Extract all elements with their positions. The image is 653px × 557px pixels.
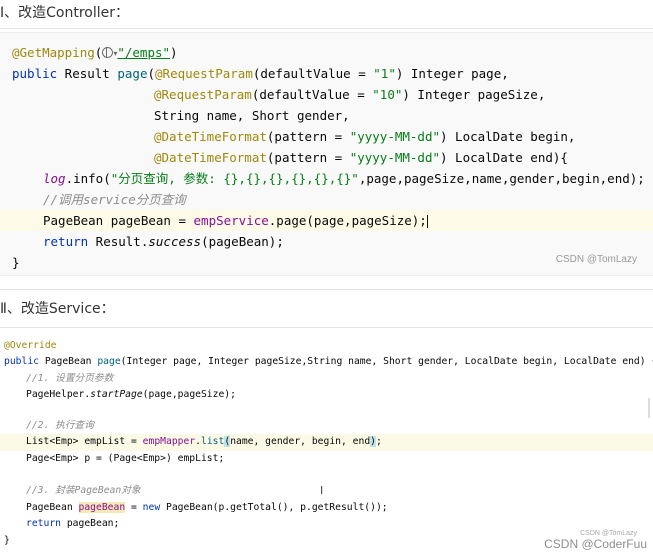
code-token: ) Integer page, (395, 66, 509, 81)
code-token: String name, Short gender, (154, 108, 350, 123)
divider (0, 28, 653, 29)
code-token: (pattern = (266, 150, 350, 165)
code-line: //1. 设置分页参数 (26, 371, 113, 387)
code-line: @DateTimeFormat(pattern = "yyyy-MM-dd") … (154, 147, 568, 168)
section-heading-service: Ⅱ、改造Service： (0, 301, 115, 317)
code-token: Result. (88, 234, 149, 249)
code-token: ( (147, 66, 156, 81)
url-link[interactable]: "/emps" (117, 45, 170, 60)
code-token: List<Emp> empList = (26, 436, 143, 447)
code-token: PageBean pageBean = (43, 213, 194, 228)
text-cursor-ibeam: I (320, 484, 324, 497)
code-token: ) LocalDate end){ (440, 150, 568, 165)
method-name: page (117, 66, 148, 81)
watermark: CSDN @TomLazy (555, 254, 637, 265)
divider (0, 289, 653, 290)
code-comment: //2. 执行查询 (26, 420, 94, 431)
code-comment: //3. 封装PageBean对象 (26, 485, 141, 496)
code-line: Page<Emp> p = (Page<Emp>) empList; (26, 451, 224, 467)
highlighted-identifier: pageBean (78, 502, 126, 513)
field-name: empMapper (142, 436, 196, 447)
code-token: (page,pageSize); (142, 389, 236, 400)
code-token: Page<Emp> p = (Page<Emp>) empList; (26, 453, 225, 464)
code-token: ; (376, 436, 382, 447)
code-token: } (4, 535, 10, 546)
code-line: public PageBean page(Integer page, Integ… (4, 354, 653, 370)
method-name: page (97, 356, 121, 367)
code-token: PageBean (26, 502, 79, 513)
scrollbar[interactable] (648, 398, 650, 418)
code-line: PageBean pageBean = empService.page(page… (43, 210, 428, 231)
string-literal: "yyyy-MM-dd" (349, 129, 440, 144)
code-token: pageBean; (61, 518, 120, 529)
code-token: ( (94, 45, 103, 60)
annotation: @Override (4, 340, 57, 351)
code-line: @RequestParam(defaultValue = "10") Integ… (154, 84, 545, 105)
code-line: return Result.success(pageBean); (43, 231, 284, 252)
code-line: @Override (4, 338, 57, 354)
code-token: PageHelper. (26, 389, 91, 400)
annotation: @RequestParam (154, 87, 252, 102)
annotation: @RequestParam (155, 66, 253, 81)
code-token: .info( (65, 171, 111, 186)
code-token: PageBean (39, 356, 98, 367)
code-line: String name, Short gender, (154, 105, 350, 126)
log-field: log (43, 171, 66, 186)
code-line: log.info("分页查询, 参数: {},{},{},{},{},{}",p… (43, 168, 645, 189)
code-line: PageBean pageBean = new PageBean(p.getTo… (26, 500, 388, 516)
code-token: ) Integer pageSize, (402, 87, 546, 102)
code-token: = (125, 502, 143, 513)
code-token: PageBean(p.getTotal(), p.getResult()); (160, 502, 388, 513)
annotation: @DateTimeFormat (154, 150, 267, 165)
code-token: (pattern = (266, 129, 350, 144)
code-token: ,page,pageSize,name,gender,begin,end); (358, 171, 645, 186)
watermark: CSDN @TomLazy (580, 530, 637, 537)
keyword: return (43, 234, 89, 249)
code-line: } (4, 533, 10, 549)
code-line: } (12, 252, 20, 273)
string-literal: "分页查询, 参数: {},{},{},{},{},{}" (110, 171, 359, 186)
text-cursor (426, 215, 428, 228)
code-line: //2. 执行查询 (26, 418, 94, 434)
code-block-controller: @GetMapping(▾"/emps") public Result page… (0, 32, 653, 276)
code-token: .page(page,pageSize); (268, 213, 427, 228)
string-literal: "1" (373, 66, 396, 81)
code-token: ) LocalDate begin, (440, 129, 576, 144)
annotation: @GetMapping (12, 45, 95, 60)
code-block-service: @Override public PageBean page(Integer p… (0, 327, 653, 549)
string-literal: "yyyy-MM-dd" (349, 150, 440, 165)
code-token: ) (170, 45, 178, 60)
method-name: list (201, 436, 225, 447)
code-token: name, gender, begin, end (230, 436, 371, 447)
code-line: public Result page(@RequestParam(default… (12, 63, 509, 84)
code-token: (Integer page, Integer pageSize,String n… (120, 356, 653, 367)
keyword: public (4, 356, 39, 367)
code-comment: //调用service分页查询 (43, 192, 186, 207)
code-line: //3. 封装PageBean对象 (26, 483, 141, 499)
code-line: return pageBean; (26, 516, 119, 532)
code-line: //调用service分页查询 (43, 189, 186, 210)
globe-icon[interactable] (102, 47, 114, 58)
code-token: (pageBean); (201, 234, 284, 249)
keyword: public (12, 66, 58, 81)
code-line: @GetMapping(▾"/emps") (12, 42, 178, 63)
watermark: CSDN @CoderFuu (544, 537, 647, 551)
code-token: Result (57, 66, 118, 81)
keyword: new (142, 502, 161, 513)
code-comment: //1. 设置分页参数 (26, 373, 114, 384)
static-method: startPage (90, 389, 143, 400)
string-literal: "10" (372, 87, 403, 102)
static-method: success (148, 234, 202, 249)
code-token: (defaultValue = (251, 87, 373, 102)
code-token: } (12, 255, 20, 270)
keyword: return (26, 518, 61, 529)
code-token: (defaultValue = (252, 66, 374, 81)
annotation: @DateTimeFormat (154, 129, 267, 144)
field-name: empService (193, 213, 269, 228)
code-line: @DateTimeFormat(pattern = "yyyy-MM-dd") … (154, 126, 575, 147)
code-line: PageHelper.startPage(page,pageSize); (26, 387, 236, 403)
section-heading-controller: Ⅰ、改造Controller： (0, 5, 129, 21)
code-line: List<Emp> empList = empMapper.list(name,… (26, 434, 382, 450)
